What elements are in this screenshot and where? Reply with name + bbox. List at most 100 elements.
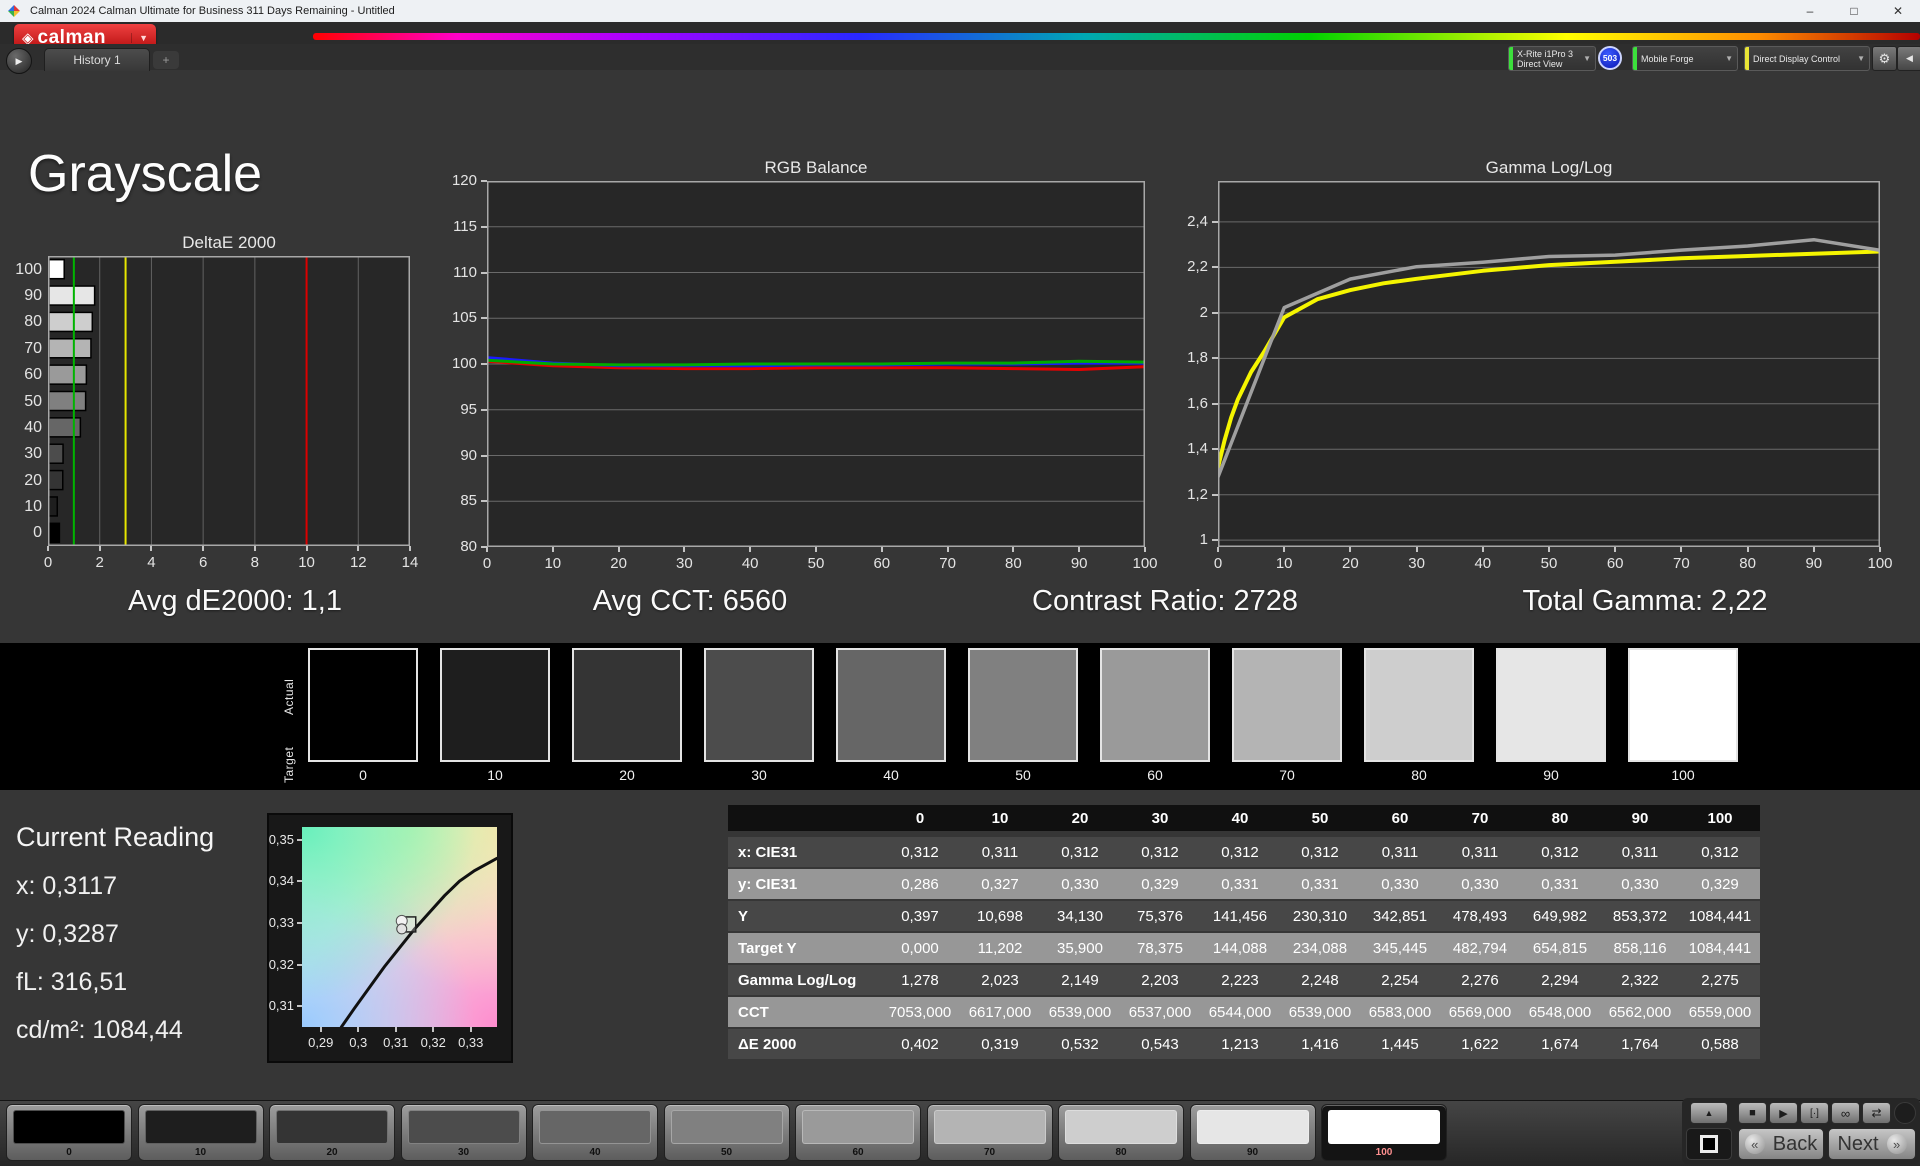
- table-corner: [728, 805, 880, 831]
- deltae-xtick-label: 6: [199, 554, 207, 571]
- rgb-balance-ytick-label: 120: [433, 172, 477, 189]
- readings-table: 0102030405060708090100x: CIE310,3120,311…: [728, 805, 1760, 1059]
- patch-button-100[interactable]: 100: [1321, 1104, 1447, 1161]
- maximize-button[interactable]: □: [1832, 0, 1876, 22]
- deltae-ytick-label: 30: [6, 445, 42, 463]
- table-cell: 6537,000: [1120, 997, 1200, 1027]
- deltae-xtick-label: 8: [251, 554, 259, 571]
- refresh-button[interactable]: ⇄: [1862, 1102, 1891, 1124]
- calman-menu-chevron-icon: ▼: [131, 33, 148, 43]
- gray-swatch-label: 10: [440, 767, 550, 783]
- table-cell: 654,815: [1520, 933, 1600, 963]
- source-name: Mobile Forge: [1641, 54, 1694, 64]
- table-cell: 1,622: [1440, 1029, 1520, 1059]
- table-cell: 0,312: [1680, 837, 1760, 867]
- table-row-label: CCT: [728, 997, 880, 1027]
- patch-button-70[interactable]: 70: [927, 1104, 1053, 1161]
- loop-button[interactable]: ∞: [1831, 1102, 1860, 1124]
- table-cell: 482,794: [1440, 933, 1520, 963]
- table-col-header: 40: [1200, 805, 1280, 831]
- patch-button-80[interactable]: 80: [1058, 1104, 1184, 1161]
- table-cell: 0,312: [1520, 837, 1600, 867]
- patch-button-20[interactable]: 20: [269, 1104, 395, 1161]
- patch-button-0[interactable]: 0: [6, 1104, 132, 1161]
- patch-button-30[interactable]: 30: [401, 1104, 527, 1161]
- step-button[interactable]: [·]: [1800, 1102, 1829, 1124]
- next-button[interactable]: Next »: [1828, 1128, 1916, 1160]
- deltae-ytick-label: 0: [6, 524, 42, 542]
- patch-swatch: [802, 1110, 914, 1144]
- table-col-header: 0: [880, 805, 960, 831]
- patch-swatch: [539, 1110, 651, 1144]
- table-cell: 342,851: [1360, 901, 1440, 931]
- patch-label: 60: [796, 1147, 920, 1158]
- stop-button[interactable]: ■: [1738, 1102, 1767, 1124]
- refresh-icon: ⇄: [1871, 1106, 1881, 1120]
- patch-button-10[interactable]: 10: [138, 1104, 264, 1161]
- table-cell: 6617,000: [960, 997, 1040, 1027]
- patch-button-60[interactable]: 60: [795, 1104, 921, 1161]
- gray-swatch-label: 20: [572, 767, 682, 783]
- back-label: Back: [1773, 1133, 1817, 1156]
- next-arrow-icon: »: [1887, 1134, 1907, 1154]
- next-label: Next: [1837, 1133, 1878, 1156]
- table-cell: 2,322: [1600, 965, 1680, 995]
- table-cell: 7053,000: [880, 997, 960, 1027]
- source-dropdown[interactable]: Mobile Forge ▼: [1632, 46, 1738, 71]
- table-cell: 0,312: [1200, 837, 1280, 867]
- rgb-balance-xtick-label: 50: [808, 555, 825, 572]
- layout-expand-button[interactable]: ▶: [6, 48, 32, 74]
- display-control-name: Direct Display Control: [1753, 54, 1840, 64]
- table-cell: 2,248: [1280, 965, 1360, 995]
- grayscale-swatch-strip: Actual Target 0102030405060708090100: [0, 643, 1920, 790]
- table-cell: 2,023: [960, 965, 1040, 995]
- gamma-xtick-label: 100: [1867, 555, 1892, 572]
- patch-label: 50: [665, 1147, 789, 1158]
- patch-button-40[interactable]: 40: [532, 1104, 658, 1161]
- patch-button-90[interactable]: 90: [1190, 1104, 1316, 1161]
- current-reading-x: x: 0,3117: [16, 872, 117, 901]
- table-cell: 0,312: [880, 837, 960, 867]
- gray-swatch-0: [308, 648, 418, 762]
- gamma-ytick-label: 1,4: [1164, 440, 1208, 457]
- gamma-xtick-label: 60: [1607, 555, 1624, 572]
- gray-swatch-20: [572, 648, 682, 762]
- step-icon: [·]: [1810, 1108, 1819, 1119]
- gamma-ytick-label: 2: [1164, 304, 1208, 321]
- source-status-bar: [1633, 47, 1637, 70]
- gray-swatch-label: 60: [1100, 767, 1210, 783]
- gamma-ytick-label: 1,6: [1164, 395, 1208, 412]
- patch-swatch: [1065, 1110, 1177, 1144]
- table-cell: 0,312: [1280, 837, 1360, 867]
- rgb-balance-xtick-label: 80: [1005, 555, 1022, 572]
- table-cell: 2,294: [1520, 965, 1600, 995]
- gamma-xtick-label: 40: [1474, 555, 1491, 572]
- back-button[interactable]: « Back: [1738, 1128, 1824, 1160]
- gamma-chart-title: Gamma Log/Log: [1486, 158, 1613, 178]
- table-cell: 0,397: [880, 901, 960, 931]
- patch-button-50[interactable]: 50: [664, 1104, 790, 1161]
- table-cell: 0,402: [880, 1029, 960, 1059]
- table-cell: 1084,441: [1680, 933, 1760, 963]
- table-cell: 0,311: [960, 837, 1040, 867]
- patch-swatch: [1197, 1110, 1309, 1144]
- rgb-balance-xtick-label: 30: [676, 555, 693, 572]
- patch-swatch: [408, 1110, 520, 1144]
- table-cell: 1,674: [1520, 1029, 1600, 1059]
- table-cell: 0,311: [1440, 837, 1520, 867]
- minimize-button[interactable]: –: [1788, 0, 1832, 22]
- rgb-balance-ytick-label: 105: [433, 309, 477, 326]
- close-button[interactable]: ✕: [1876, 0, 1920, 22]
- play-button[interactable]: ▶: [1769, 1102, 1798, 1124]
- rgb-balance-ytick-label: 95: [433, 401, 477, 418]
- table-cell: 144,088: [1200, 933, 1280, 963]
- pattern-window-button[interactable]: [1686, 1128, 1732, 1160]
- tab-history-1[interactable]: History 1: [44, 48, 150, 71]
- deltae-ytick-label: 90: [6, 287, 42, 305]
- panel-up-button[interactable]: ▲: [1690, 1102, 1728, 1124]
- collapse-panel-button[interactable]: ◀: [1897, 46, 1920, 71]
- settings-button[interactable]: ⚙: [1872, 46, 1897, 71]
- add-tab-button[interactable]: +: [153, 51, 179, 69]
- meter-dropdown[interactable]: X-Rite i1Pro 3 Direct View ▼: [1508, 46, 1596, 71]
- display-control-dropdown[interactable]: Direct Display Control ▼: [1744, 46, 1870, 71]
